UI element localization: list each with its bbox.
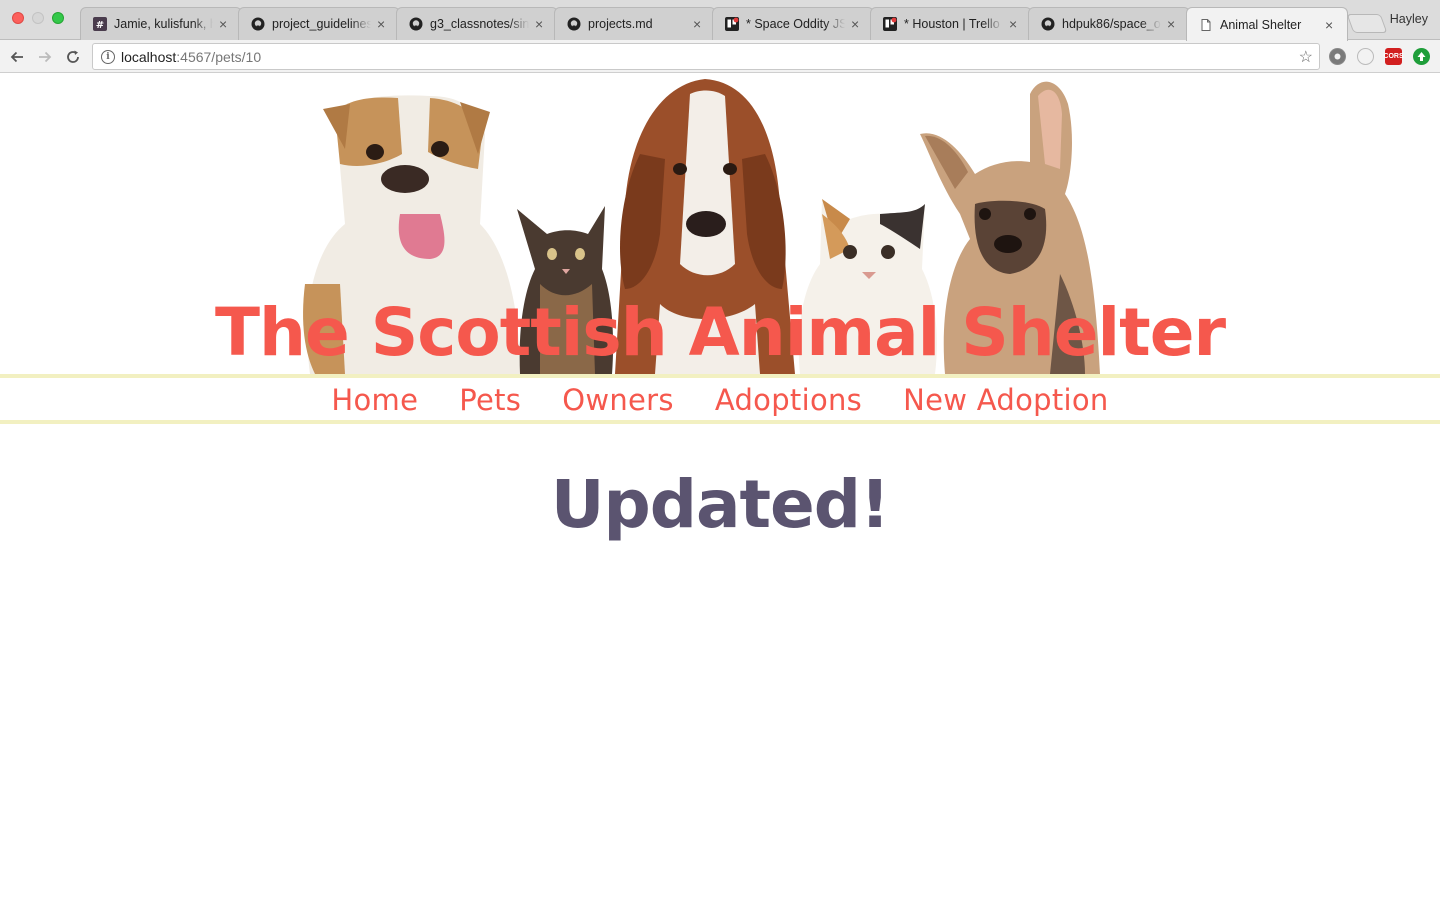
page-icon <box>1199 18 1213 32</box>
close-tab-icon[interactable]: × <box>693 16 705 32</box>
tab-title: * Space Oddity JS <box>746 17 845 31</box>
browser-toolbar: i localhost:4567/pets/10 ☆ CORS <box>0 40 1440 73</box>
tab-classnotes[interactable]: g3_classnotes/sin × <box>396 7 558 40</box>
nav-link-pets[interactable]: Pets <box>459 384 521 415</box>
slack-hash-icon: # <box>93 17 107 31</box>
url-host: localhost <box>121 48 177 65</box>
tab-title: project_guidelines <box>272 17 371 31</box>
tab-space-o-repo[interactable]: hdpuk86/space_o × <box>1028 7 1190 40</box>
status-message: Updated! <box>550 466 890 543</box>
cors-extension-icon[interactable]: CORS <box>1383 48 1404 65</box>
trello-icon <box>883 17 897 31</box>
page-viewport: The Scottish Animal Shelter Home Pets Ow… <box>0 74 1440 900</box>
tab-title: Animal Shelter <box>1220 17 1302 32</box>
close-tab-icon[interactable]: × <box>1009 16 1021 32</box>
trello-icon <box>725 17 739 31</box>
tab-title: hdpuk86/space_o <box>1062 17 1161 31</box>
circle-extension-icon[interactable] <box>1357 48 1374 65</box>
address-bar[interactable]: i localhost:4567/pets/10 ☆ <box>92 43 1320 70</box>
bookmark-star-icon[interactable]: ☆ <box>1299 47 1313 67</box>
tab-title: Jamie, kulisfunk, h <box>114 17 213 31</box>
tab-projects-md[interactable]: projects.md × <box>554 7 716 40</box>
forward-arrow-icon[interactable] <box>34 46 56 68</box>
github-icon <box>1041 17 1055 31</box>
close-tab-icon[interactable]: × <box>1325 17 1337 33</box>
close-tab-icon[interactable]: × <box>1167 16 1179 32</box>
tab-title: * Houston | Trello <box>904 17 1000 31</box>
nav-link-home[interactable]: Home <box>331 384 418 415</box>
site-title: The Scottish Animal Shelter <box>214 294 1226 371</box>
github-icon <box>409 17 423 31</box>
back-arrow-icon[interactable] <box>6 46 28 68</box>
maximize-window-button[interactable] <box>52 12 64 24</box>
upload-extension-icon[interactable] <box>1413 48 1430 65</box>
profile-button[interactable]: Hayley <box>1390 12 1428 26</box>
svg-text:#: # <box>96 20 104 31</box>
close-tab-icon[interactable]: × <box>377 16 389 32</box>
nav-link-owners[interactable]: Owners <box>562 384 674 415</box>
info-icon[interactable]: i <box>101 49 115 64</box>
hero-banner: The Scottish Animal Shelter <box>0 74 1440 374</box>
url-path: :4567/pets/10 <box>176 48 262 65</box>
tab-space-oddity[interactable]: * Space Oddity JS × <box>712 7 874 40</box>
close-window-button[interactable] <box>12 12 24 24</box>
main-navigation: Home Pets Owners Adoptions New Adoption <box>0 374 1440 424</box>
new-tab-button[interactable] <box>1346 14 1388 33</box>
nav-link-new-adoption[interactable]: New Adoption <box>903 384 1109 415</box>
github-icon <box>251 17 265 31</box>
tab-animal-shelter[interactable]: Animal Shelter × <box>1186 7 1348 41</box>
close-tab-icon[interactable]: × <box>219 16 231 32</box>
minimize-window-button[interactable] <box>32 12 44 24</box>
reload-icon[interactable] <box>62 46 84 68</box>
settings-extension-icon[interactable] <box>1329 48 1346 65</box>
tab-project-guidelines[interactable]: project_guidelines × <box>238 7 400 40</box>
browser-tab-bar: # Jamie, kulisfunk, h × project_guidelin… <box>0 0 1440 41</box>
tab-houston-trello[interactable]: * Houston | Trello × <box>870 7 1032 40</box>
close-tab-icon[interactable]: × <box>851 16 863 32</box>
tab-title: g3_classnotes/sin <box>430 17 529 31</box>
tab-title: projects.md <box>588 17 653 31</box>
nav-link-adoptions[interactable]: Adoptions <box>715 384 862 415</box>
github-icon <box>567 17 581 31</box>
close-tab-icon[interactable]: × <box>535 16 547 32</box>
tab-slack[interactable]: # Jamie, kulisfunk, h × <box>80 7 242 40</box>
